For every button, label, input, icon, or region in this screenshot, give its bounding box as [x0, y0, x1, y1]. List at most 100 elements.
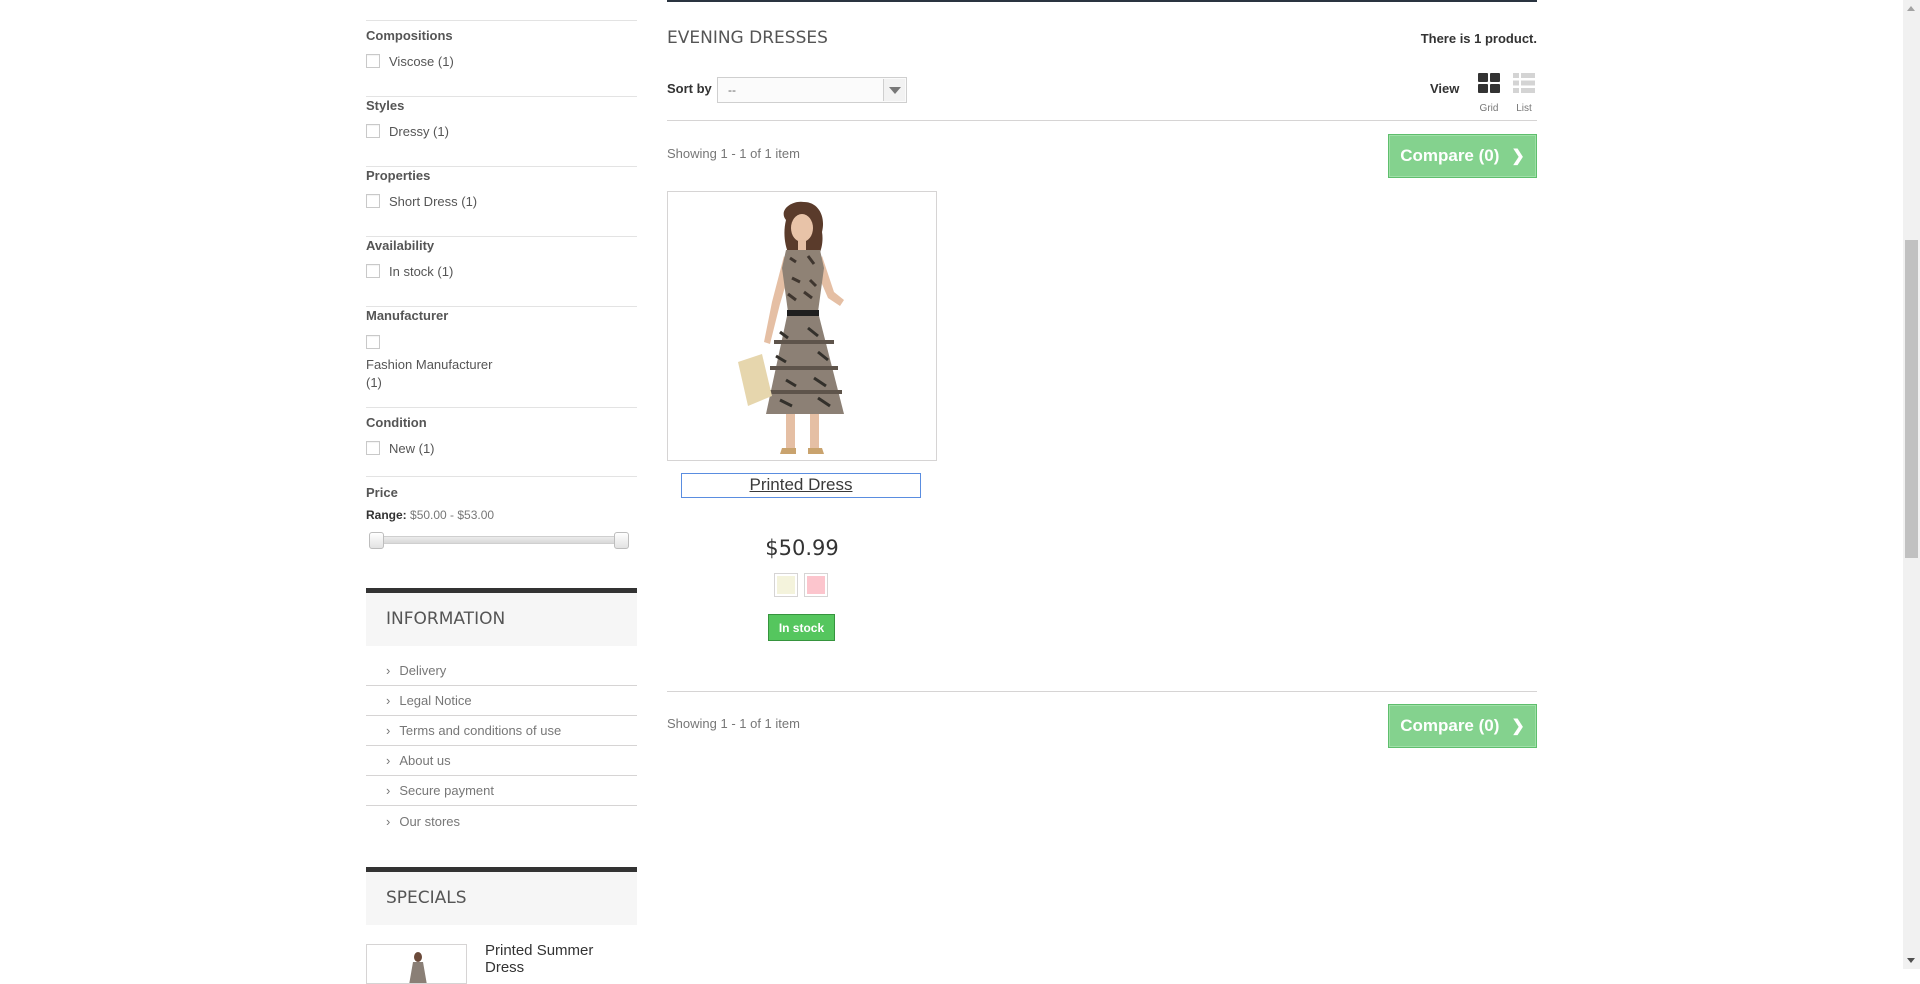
price-range-value: $50.00 - $53.00 [410, 508, 495, 522]
chevron-down-icon[interactable] [883, 79, 905, 101]
info-link-label[interactable]: Secure payment [399, 783, 494, 798]
filter-option-label[interactable]: Short Dress (1) [389, 194, 477, 209]
grid-view-button[interactable]: Grid [1476, 72, 1502, 114]
list-view-label[interactable]: List [1511, 103, 1537, 114]
vertical-scrollbar[interactable] [1903, 0, 1920, 969]
chevron-right-icon: › [386, 693, 391, 708]
swatch-fill[interactable] [807, 576, 825, 594]
filter-title: Styles [366, 98, 405, 113]
filter-option[interactable]: Short Dress (1) [366, 193, 637, 209]
filter-title: Condition [366, 415, 427, 430]
slider-handle-min[interactable] [369, 532, 384, 549]
filter-title: Compositions [366, 28, 453, 43]
chevron-right-icon: › [386, 813, 391, 829]
checkbox[interactable] [366, 264, 380, 278]
color-swatches [774, 573, 828, 597]
info-link[interactable]: › Secure payment [366, 776, 637, 806]
specials-heading: SPECIALS [366, 867, 637, 925]
info-link[interactable]: › Legal Notice [366, 686, 637, 716]
chevron-right-icon: › [386, 723, 391, 738]
filter-availability: Availability In stock (1) [366, 237, 637, 307]
product-count: There is 1 product. [1420, 31, 1537, 46]
filter-option-label[interactable]: Viscose (1) [389, 54, 454, 69]
filter-title: Manufacturer [366, 308, 449, 323]
divider [667, 120, 1537, 121]
information-list: › Delivery › Legal Notice › Terms and condi… [366, 656, 637, 836]
filter-option-label[interactable]: In stock (1) [389, 264, 453, 279]
info-link-label[interactable]: Legal Notice [399, 693, 471, 708]
filter-title: Price [366, 485, 398, 500]
price-range: Range: $50.00 - $53.00 [366, 508, 637, 522]
filter-option-label[interactable]: New (1) [389, 441, 435, 456]
info-link[interactable]: › Our stores [366, 806, 637, 836]
scroll-up-arrow-icon[interactable] [1907, 6, 1915, 11]
filter-title: Availability [366, 238, 435, 253]
info-link[interactable]: › Delivery [366, 656, 637, 686]
filter-title: Properties [366, 168, 431, 183]
filter-condition: Condition New (1) [366, 414, 637, 477]
chevron-right-icon: › [386, 753, 391, 768]
checkbox[interactable] [366, 124, 380, 138]
info-link[interactable]: › Terms and conditions of use [366, 716, 637, 746]
filter-option[interactable]: In stock (1) [366, 263, 637, 279]
chevron-right-icon: › [386, 663, 391, 678]
sort-label: Sort by [667, 81, 712, 96]
divider [366, 20, 637, 21]
color-swatch[interactable] [804, 573, 828, 597]
chevron-right-icon: ❯ [1511, 148, 1525, 165]
checkbox[interactable] [366, 441, 380, 455]
divider [667, 691, 1537, 692]
filter-option[interactable]: Viscose (1) [366, 53, 637, 69]
filter-compositions: Compositions Viscose (1) [366, 27, 637, 97]
results-summary-bottom: Showing 1 - 1 of 1 item [667, 716, 800, 731]
category-title: EVENING DRESSES [667, 28, 828, 48]
info-link-label[interactable]: Delivery [399, 663, 446, 678]
sort-select-value[interactable]: -- [728, 83, 736, 97]
filter-option[interactable]: New (1) [366, 440, 637, 456]
filter-price: Price Range: $50.00 - $53.00 [366, 484, 637, 554]
chevron-right-icon: ❯ [1511, 718, 1525, 735]
info-link-label[interactable]: Terms and conditions of use [399, 723, 561, 738]
special-product-thumbnail[interactable] [366, 944, 467, 984]
information-heading: INFORMATION [366, 588, 637, 646]
results-summary-top: Showing 1 - 1 of 1 item [667, 146, 800, 161]
checkbox[interactable] [366, 54, 380, 68]
list-icon[interactable] [1512, 72, 1536, 94]
checkbox[interactable] [366, 194, 380, 208]
slider-handle-max[interactable] [614, 532, 629, 549]
view-label: View [1430, 81, 1460, 96]
filter-properties: Properties Short Dress (1) [366, 167, 637, 237]
scroll-down-arrow-icon[interactable] [1907, 958, 1915, 963]
filter-option[interactable]: Dressy (1) [366, 123, 637, 139]
availability-badge: In stock [768, 614, 835, 641]
swatch-fill[interactable] [777, 576, 795, 594]
category-banner-edge [667, 0, 1537, 2]
scrollbar-thumb[interactable] [1905, 240, 1918, 558]
special-product-name[interactable]: Printed Summer Dress [485, 942, 625, 976]
compare-button-label[interactable]: Compare (0) [1400, 716, 1499, 736]
grid-icon[interactable] [1477, 72, 1501, 94]
checkbox[interactable] [366, 335, 380, 349]
compare-button-top[interactable]: Compare (0) ❯ [1388, 134, 1537, 178]
chevron-right-icon: › [386, 783, 391, 798]
compare-button-label[interactable]: Compare (0) [1400, 146, 1499, 166]
color-swatch[interactable] [774, 573, 798, 597]
grid-view-label[interactable]: Grid [1476, 103, 1502, 114]
info-link[interactable]: › About us [366, 746, 637, 776]
info-link-label[interactable]: Our stores [399, 814, 460, 829]
product-image-link[interactable] [667, 191, 937, 461]
filter-styles: Styles Dressy (1) [366, 97, 637, 167]
compare-button-bottom[interactable]: Compare (0) ❯ [1388, 704, 1537, 748]
list-view-button[interactable]: List [1511, 72, 1537, 114]
product-name-link[interactable]: Printed Dress [681, 473, 921, 498]
filter-option-label[interactable]: Dressy (1) [389, 124, 449, 139]
filter-option-label[interactable]: Fashion Manufacturer (1) [366, 356, 506, 392]
filter-manufacturer: Manufacturer Fashion Manufacturer (1) [366, 307, 637, 408]
info-link-label[interactable]: About us [399, 753, 450, 768]
product-price: $50.99 [765, 536, 839, 560]
price-slider[interactable] [369, 532, 629, 549]
price-range-label: Range: [366, 508, 407, 522]
sort-select[interactable]: -- [717, 77, 907, 103]
dress-image [409, 952, 427, 983]
product-image [668, 192, 936, 460]
